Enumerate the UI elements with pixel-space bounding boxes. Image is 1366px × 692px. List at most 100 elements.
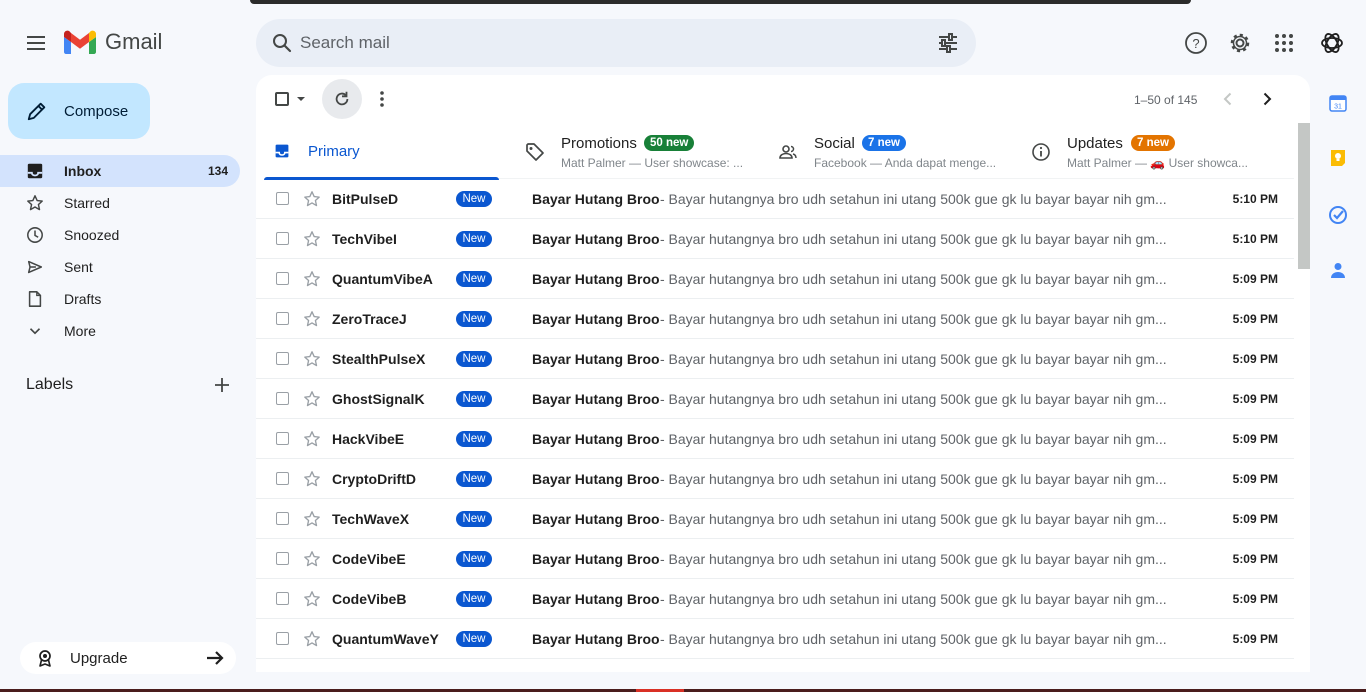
email-snippet: - Bayar hutangnya bro udh setahun ini ut… <box>660 231 1167 247</box>
email-row[interactable]: TechVibeI New Bayar Hutang Broo - Bayar hu… <box>256 219 1294 259</box>
email-row[interactable]: ZeroTraceJ New Bayar Hutang Broo - Bayar h… <box>256 299 1294 339</box>
email-time: 5:09 PM <box>1232 312 1278 326</box>
account-avatar[interactable] <box>1317 28 1347 58</box>
contacts-icon[interactable] <box>1328 260 1348 280</box>
scrollbar-thumb[interactable] <box>1298 123 1310 269</box>
unread-count: 134 <box>207 164 228 178</box>
sidebar-nav: Inbox 134 Starred Snoozed Sent Drafts Mo… <box>0 155 240 347</box>
chevron-left-icon[interactable] <box>1218 89 1238 109</box>
tab-social[interactable]: Social 7 new Facebook — Anda dapat menge… <box>770 126 1010 179</box>
upgrade-button[interactable]: Upgrade <box>20 642 236 674</box>
new-badge: New <box>456 351 492 367</box>
select-all-checkbox[interactable] <box>275 92 289 106</box>
new-count-badge: 7 new <box>862 135 906 151</box>
clock-icon <box>27 227 43 243</box>
chevron-right-icon[interactable] <box>1257 89 1277 109</box>
tab-promotions[interactable]: Promotions 50 new Matt Palmer — User sho… <box>517 126 757 179</box>
star-icon[interactable] <box>303 190 321 208</box>
search-options-icon[interactable] <box>936 31 960 55</box>
email-time: 5:09 PM <box>1232 592 1278 606</box>
sidebar-item-more[interactable]: More <box>0 315 240 347</box>
star-icon[interactable] <box>303 510 321 528</box>
email-row[interactable]: TechWaveX New Bayar Hutang Broo - Bayar hu… <box>256 499 1294 539</box>
add-label-icon[interactable] <box>212 375 232 395</box>
calendar-icon[interactable]: 31 <box>1328 93 1348 113</box>
tab-primary[interactable]: Primary <box>264 126 499 180</box>
sidebar-item-starred[interactable]: Starred <box>0 187 240 219</box>
email-row[interactable]: BitPulseD New Bayar Hutang Broo - Bayar hu… <box>256 179 1294 219</box>
email-row[interactable]: QuantumVibeA New Bayar Hutang Broo - Bayar… <box>256 259 1294 299</box>
tab-preview: Matt Palmer — 🚗 User showca... <box>1067 156 1248 170</box>
browser-top-edge <box>0 0 1366 8</box>
sidebar-item-sent[interactable]: Sent <box>0 251 240 283</box>
star-icon[interactable] <box>303 470 321 488</box>
star-icon[interactable] <box>303 590 321 608</box>
sidebar-item-inbox[interactable]: Inbox 134 <box>0 155 240 187</box>
row-checkbox[interactable] <box>276 392 289 405</box>
star-icon[interactable] <box>303 270 321 288</box>
new-badge: New <box>456 471 492 487</box>
email-row[interactable]: CodeVibeB New Bayar Hutang Broo - Bayar hu… <box>256 579 1294 619</box>
help-icon[interactable]: ? <box>1181 28 1211 58</box>
sidebar-item-snoozed[interactable]: Snoozed <box>0 219 240 251</box>
email-row[interactable]: StealthPulseX New Bayar Hutang Broo - Baya… <box>256 339 1294 379</box>
apps-grid-icon[interactable] <box>1269 28 1299 58</box>
email-list: BitPulseD New Bayar Hutang Broo - Bayar hu… <box>256 179 1294 659</box>
row-checkbox[interactable] <box>276 272 289 285</box>
row-checkbox[interactable] <box>276 552 289 565</box>
row-checkbox[interactable] <box>276 192 289 205</box>
star-icon[interactable] <box>303 230 321 248</box>
inbox-icon <box>27 163 43 179</box>
gmail-logo[interactable]: Gmail <box>64 29 162 55</box>
email-row[interactable]: GhostSignalK New Bayar Hutang Broo - Bayar… <box>256 379 1294 419</box>
row-checkbox[interactable] <box>276 312 289 325</box>
row-checkbox[interactable] <box>276 632 289 645</box>
email-snippet: - Bayar hutangnya bro udh setahun ini ut… <box>660 311 1167 327</box>
email-subject: Bayar Hutang Broo <box>532 191 660 207</box>
row-checkbox[interactable] <box>276 472 289 485</box>
email-snippet: - Bayar hutangnya bro udh setahun ini ut… <box>660 391 1167 407</box>
row-checkbox[interactable] <box>276 512 289 525</box>
email-row[interactable]: QuantumWaveY New Bayar Hutang Broo - Bayar… <box>256 619 1294 659</box>
row-checkbox[interactable] <box>276 232 289 245</box>
row-checkbox[interactable] <box>276 592 289 605</box>
row-checkbox[interactable] <box>276 352 289 365</box>
email-row[interactable]: CodeVibeE New Bayar Hutang Broo - Bayar hu… <box>256 539 1294 579</box>
row-checkbox[interactable] <box>276 432 289 445</box>
sender-name: CodeVibeB <box>332 591 407 607</box>
sender-name: GhostSignalK <box>332 391 425 407</box>
email-time: 5:09 PM <box>1232 352 1278 366</box>
search-icon[interactable] <box>270 31 294 55</box>
search-input[interactable] <box>300 29 900 57</box>
keep-icon[interactable] <box>1328 148 1348 168</box>
star-icon[interactable] <box>303 390 321 408</box>
info-icon <box>1032 143 1050 161</box>
tasks-icon[interactable] <box>1328 205 1348 225</box>
email-row[interactable]: HackVibeE New Bayar Hutang Broo - Bayar hu… <box>256 419 1294 459</box>
main-menu-button[interactable] <box>20 27 52 59</box>
search-bar[interactable] <box>256 19 976 67</box>
settings-gear-icon[interactable] <box>1225 28 1255 58</box>
sender-name: BitPulseD <box>332 191 399 207</box>
email-subject: Bayar Hutang Broo <box>532 351 660 367</box>
more-vert-icon[interactable] <box>372 89 392 109</box>
star-icon[interactable] <box>303 630 321 648</box>
email-time: 5:09 PM <box>1232 552 1278 566</box>
chevron-down-icon <box>29 328 41 335</box>
sidebar-item-drafts[interactable]: Drafts <box>0 283 240 315</box>
email-row[interactable]: CryptoDriftD New Bayar Hutang Broo - Bayar… <box>256 459 1294 499</box>
email-subject: Bayar Hutang Broo <box>532 631 660 647</box>
star-icon[interactable] <box>303 350 321 368</box>
sidebar-item-label: Snoozed <box>64 227 120 243</box>
compose-button[interactable]: Compose <box>8 83 150 139</box>
star-icon[interactable] <box>303 550 321 568</box>
star-icon[interactable] <box>303 430 321 448</box>
send-icon <box>27 260 43 274</box>
new-count-badge: 7 new <box>1131 135 1175 151</box>
select-dropdown-icon[interactable] <box>296 94 306 104</box>
sender-name: TechWaveX <box>332 511 410 527</box>
star-icon[interactable] <box>303 310 321 328</box>
tab-updates[interactable]: Updates 7 new Matt Palmer — 🚗 User showc… <box>1023 126 1293 179</box>
refresh-button[interactable] <box>322 79 362 119</box>
email-snippet: - Bayar hutangnya bro udh setahun ini ut… <box>660 591 1167 607</box>
